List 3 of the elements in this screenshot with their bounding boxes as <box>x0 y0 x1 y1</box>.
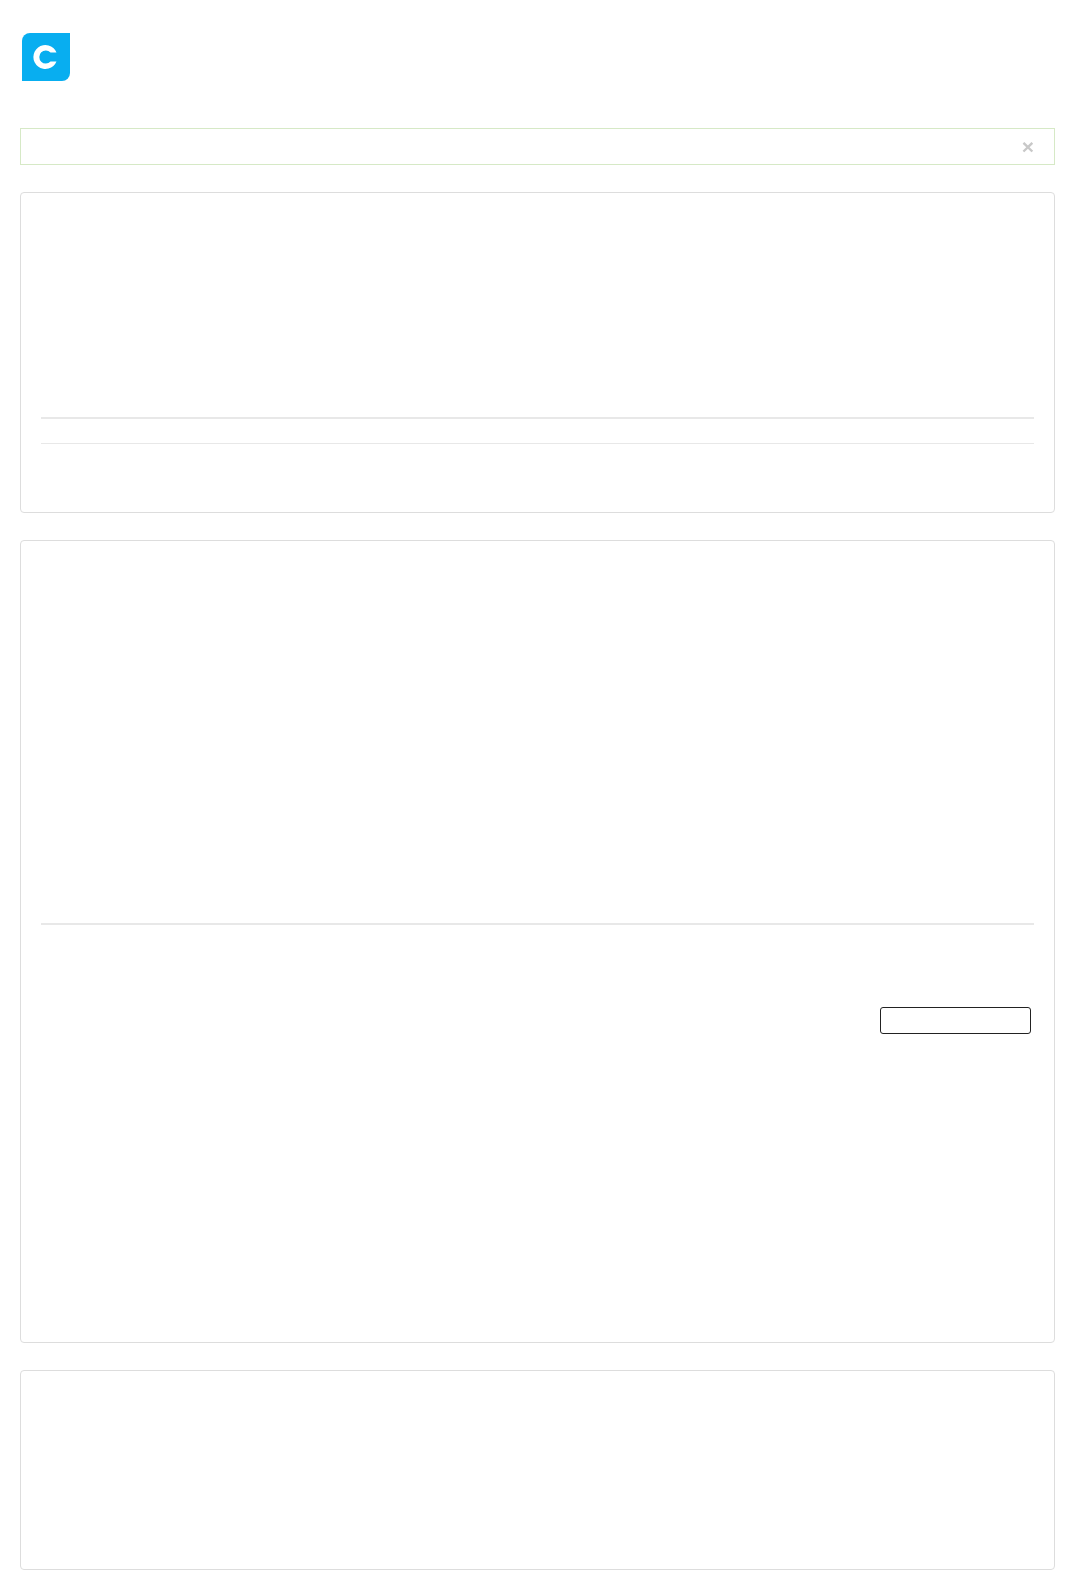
input-field[interactable] <box>880 1007 1031 1034</box>
close-button[interactable]: × <box>1021 136 1034 158</box>
logo-icon <box>22 33 70 81</box>
